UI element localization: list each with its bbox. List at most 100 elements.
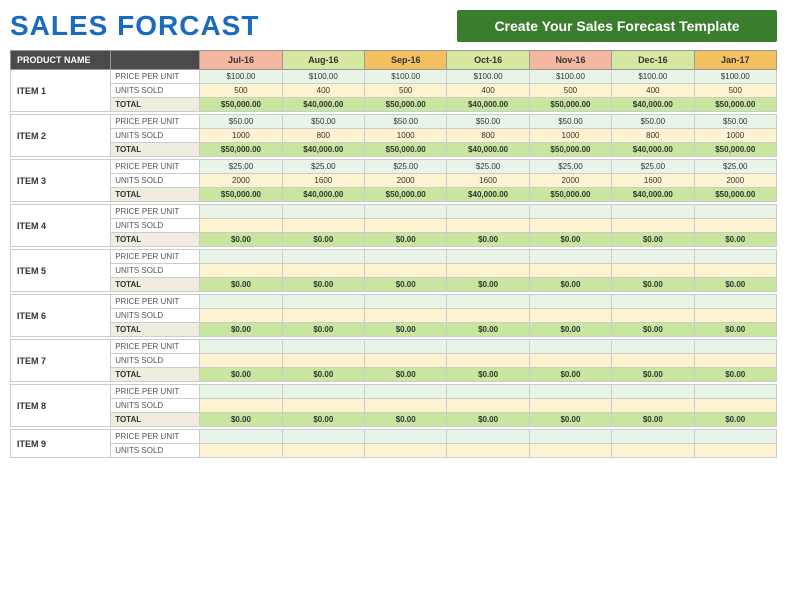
total-cell: $0.00 xyxy=(447,368,529,382)
units-label: UNITS SOLD xyxy=(111,444,200,458)
price-cell: $50.00 xyxy=(612,115,694,129)
price-cell xyxy=(282,385,364,399)
price-cell xyxy=(694,385,776,399)
price-cell xyxy=(694,340,776,354)
table-row: UNITS SOLD500400500400500400500 xyxy=(11,84,777,98)
units-cell xyxy=(365,444,447,458)
total-cell: $50,000.00 xyxy=(694,188,776,202)
total-cell: $0.00 xyxy=(694,278,776,292)
units-cell: 2000 xyxy=(529,174,611,188)
total-cell: $0.00 xyxy=(694,323,776,337)
price-cell xyxy=(529,295,611,309)
table-row: ITEM 6PRICE PER UNIT xyxy=(11,295,777,309)
price-cell: $50.00 xyxy=(282,115,364,129)
total-cell: $0.00 xyxy=(612,368,694,382)
total-cell: $0.00 xyxy=(200,368,282,382)
table-row: TOTAL$50,000.00$40,000.00$50,000.00$40,0… xyxy=(11,143,777,157)
total-cell: $0.00 xyxy=(365,413,447,427)
total-label: TOTAL xyxy=(111,368,200,382)
price-cell: $50.00 xyxy=(200,115,282,129)
table-row: TOTAL$0.00$0.00$0.00$0.00$0.00$0.00$0.00 xyxy=(11,278,777,292)
table-row: TOTAL$0.00$0.00$0.00$0.00$0.00$0.00$0.00 xyxy=(11,323,777,337)
units-cell: 800 xyxy=(282,129,364,143)
units-label: UNITS SOLD xyxy=(111,399,200,413)
table-header-row: PRODUCT NAME Jul-16 Aug-16 Sep-16 Oct-16… xyxy=(11,51,777,70)
total-label: TOTAL xyxy=(111,98,200,112)
price-cell: $25.00 xyxy=(447,160,529,174)
total-cell: $0.00 xyxy=(447,323,529,337)
units-cell: 800 xyxy=(447,129,529,143)
price-cell xyxy=(282,250,364,264)
price-cell xyxy=(282,295,364,309)
total-cell: $0.00 xyxy=(200,323,282,337)
table-row: UNITS SOLD xyxy=(11,219,777,233)
units-cell xyxy=(529,264,611,278)
price-cell xyxy=(365,250,447,264)
price-cell xyxy=(447,385,529,399)
total-cell: $0.00 xyxy=(200,413,282,427)
table-row: ITEM 2PRICE PER UNIT$50.00$50.00$50.00$5… xyxy=(11,115,777,129)
col-nov: Nov-16 xyxy=(529,51,611,70)
total-cell: $0.00 xyxy=(529,323,611,337)
units-cell xyxy=(694,309,776,323)
total-cell: $40,000.00 xyxy=(447,98,529,112)
price-cell: $25.00 xyxy=(694,160,776,174)
total-cell: $50,000.00 xyxy=(200,98,282,112)
units-cell: 2000 xyxy=(365,174,447,188)
total-cell: $0.00 xyxy=(529,413,611,427)
price-cell xyxy=(694,295,776,309)
table-row: UNITS SOLD2000160020001600200016002000 xyxy=(11,174,777,188)
price-cell xyxy=(282,430,364,444)
units-label: UNITS SOLD xyxy=(111,354,200,368)
units-cell xyxy=(612,309,694,323)
price-cell: $100.00 xyxy=(612,70,694,84)
table-row: ITEM 3PRICE PER UNIT$25.00$25.00$25.00$2… xyxy=(11,160,777,174)
units-label: UNITS SOLD xyxy=(111,219,200,233)
item-label-8: ITEM 8 xyxy=(11,385,111,427)
units-cell: 800 xyxy=(612,129,694,143)
total-label: TOTAL xyxy=(111,323,200,337)
price-cell xyxy=(200,385,282,399)
total-cell: $0.00 xyxy=(282,323,364,337)
total-label: TOTAL xyxy=(111,278,200,292)
units-cell xyxy=(694,354,776,368)
price-cell xyxy=(612,295,694,309)
table-row: TOTAL$0.00$0.00$0.00$0.00$0.00$0.00$0.00 xyxy=(11,233,777,247)
units-cell xyxy=(365,264,447,278)
units-label: UNITS SOLD xyxy=(111,84,200,98)
col-dec: Dec-16 xyxy=(612,51,694,70)
item-label-2: ITEM 2 xyxy=(11,115,111,157)
units-cell xyxy=(612,354,694,368)
col-jan: Jan-17 xyxy=(694,51,776,70)
price-cell xyxy=(447,430,529,444)
forecast-table: PRODUCT NAME Jul-16 Aug-16 Sep-16 Oct-16… xyxy=(10,50,777,458)
col-product: PRODUCT NAME xyxy=(11,51,111,70)
total-cell: $0.00 xyxy=(282,368,364,382)
total-cell: $0.00 xyxy=(612,323,694,337)
col-aug: Aug-16 xyxy=(282,51,364,70)
price-label: PRICE PER UNIT xyxy=(111,115,200,129)
price-label: PRICE PER UNIT xyxy=(111,160,200,174)
price-cell xyxy=(365,295,447,309)
price-cell xyxy=(529,205,611,219)
units-label: UNITS SOLD xyxy=(111,264,200,278)
total-cell: $0.00 xyxy=(365,233,447,247)
total-cell: $0.00 xyxy=(447,233,529,247)
units-cell: 1600 xyxy=(447,174,529,188)
item-label-1: ITEM 1 xyxy=(11,70,111,112)
table-row: ITEM 9PRICE PER UNIT xyxy=(11,430,777,444)
total-cell: $0.00 xyxy=(447,278,529,292)
price-cell: $100.00 xyxy=(282,70,364,84)
total-cell: $50,000.00 xyxy=(694,98,776,112)
total-cell: $0.00 xyxy=(529,233,611,247)
total-cell: $0.00 xyxy=(694,368,776,382)
units-cell: 1600 xyxy=(612,174,694,188)
price-cell xyxy=(365,430,447,444)
units-cell xyxy=(282,444,364,458)
units-cell xyxy=(529,354,611,368)
units-cell xyxy=(200,354,282,368)
units-cell xyxy=(447,309,529,323)
total-cell: $50,000.00 xyxy=(529,143,611,157)
units-cell xyxy=(447,354,529,368)
price-label: PRICE PER UNIT xyxy=(111,340,200,354)
